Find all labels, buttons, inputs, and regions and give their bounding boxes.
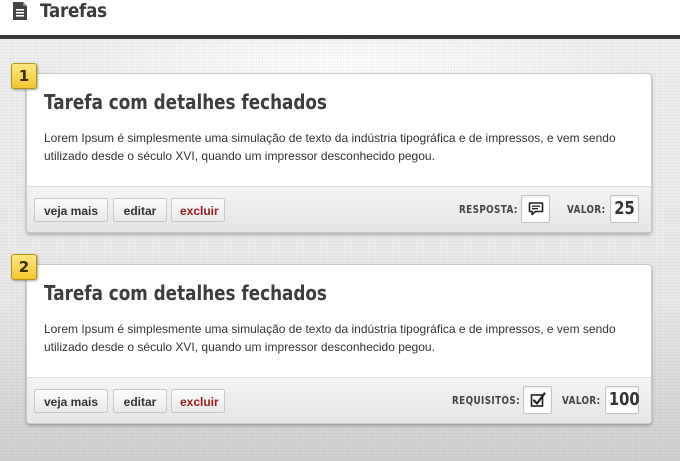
view-more-button[interactable]: veja mais — [34, 198, 108, 222]
task-description: Lorem Ipsum é simplesmente uma simulação… — [44, 322, 616, 354]
edit-button[interactable]: editar — [113, 389, 167, 413]
response-button[interactable] — [521, 195, 550, 223]
value-number: 100 — [608, 389, 640, 410]
value-box: 100 — [605, 386, 640, 414]
speech-bubble-icon — [528, 202, 543, 216]
value-number: 25 — [614, 198, 635, 219]
task-description: Lorem Ipsum é simplesmente uma simulação… — [44, 131, 616, 163]
task-number-badge: 1 — [11, 63, 37, 89]
task-title: Tarefa com detalhes fechados — [44, 90, 327, 114]
document-icon — [13, 2, 27, 20]
edit-button[interactable]: editar — [113, 198, 167, 222]
view-more-button[interactable]: veja mais — [34, 389, 108, 413]
value-label: VALOR: — [562, 394, 601, 407]
task-footer: veja mais editar excluir REQUISITOS: VAL… — [27, 377, 651, 423]
task-number-badge: 2 — [11, 254, 37, 280]
task-title: Tarefa com detalhes fechados — [44, 281, 327, 305]
requirements-label: REQUISITOS: — [452, 394, 521, 407]
delete-button[interactable]: excluir — [171, 198, 225, 222]
task-card: Tarefa com detalhes fechados Lorem Ipsum… — [26, 264, 652, 424]
page-header: Tarefas — [0, 0, 680, 35]
task-footer: veja mais editar excluir RESPOSTA: VALOR… — [27, 186, 651, 232]
checkbox-checked-icon — [530, 392, 546, 407]
value-label: VALOR: — [567, 203, 606, 216]
response-label: RESPOSTA: — [459, 203, 518, 216]
value-box: 25 — [610, 195, 639, 223]
delete-button[interactable]: excluir — [171, 389, 225, 413]
task-card: Tarefa com detalhes fechados Lorem Ipsum… — [26, 73, 652, 233]
page-title: Tarefas — [40, 0, 107, 22]
requirements-button[interactable] — [523, 386, 552, 414]
